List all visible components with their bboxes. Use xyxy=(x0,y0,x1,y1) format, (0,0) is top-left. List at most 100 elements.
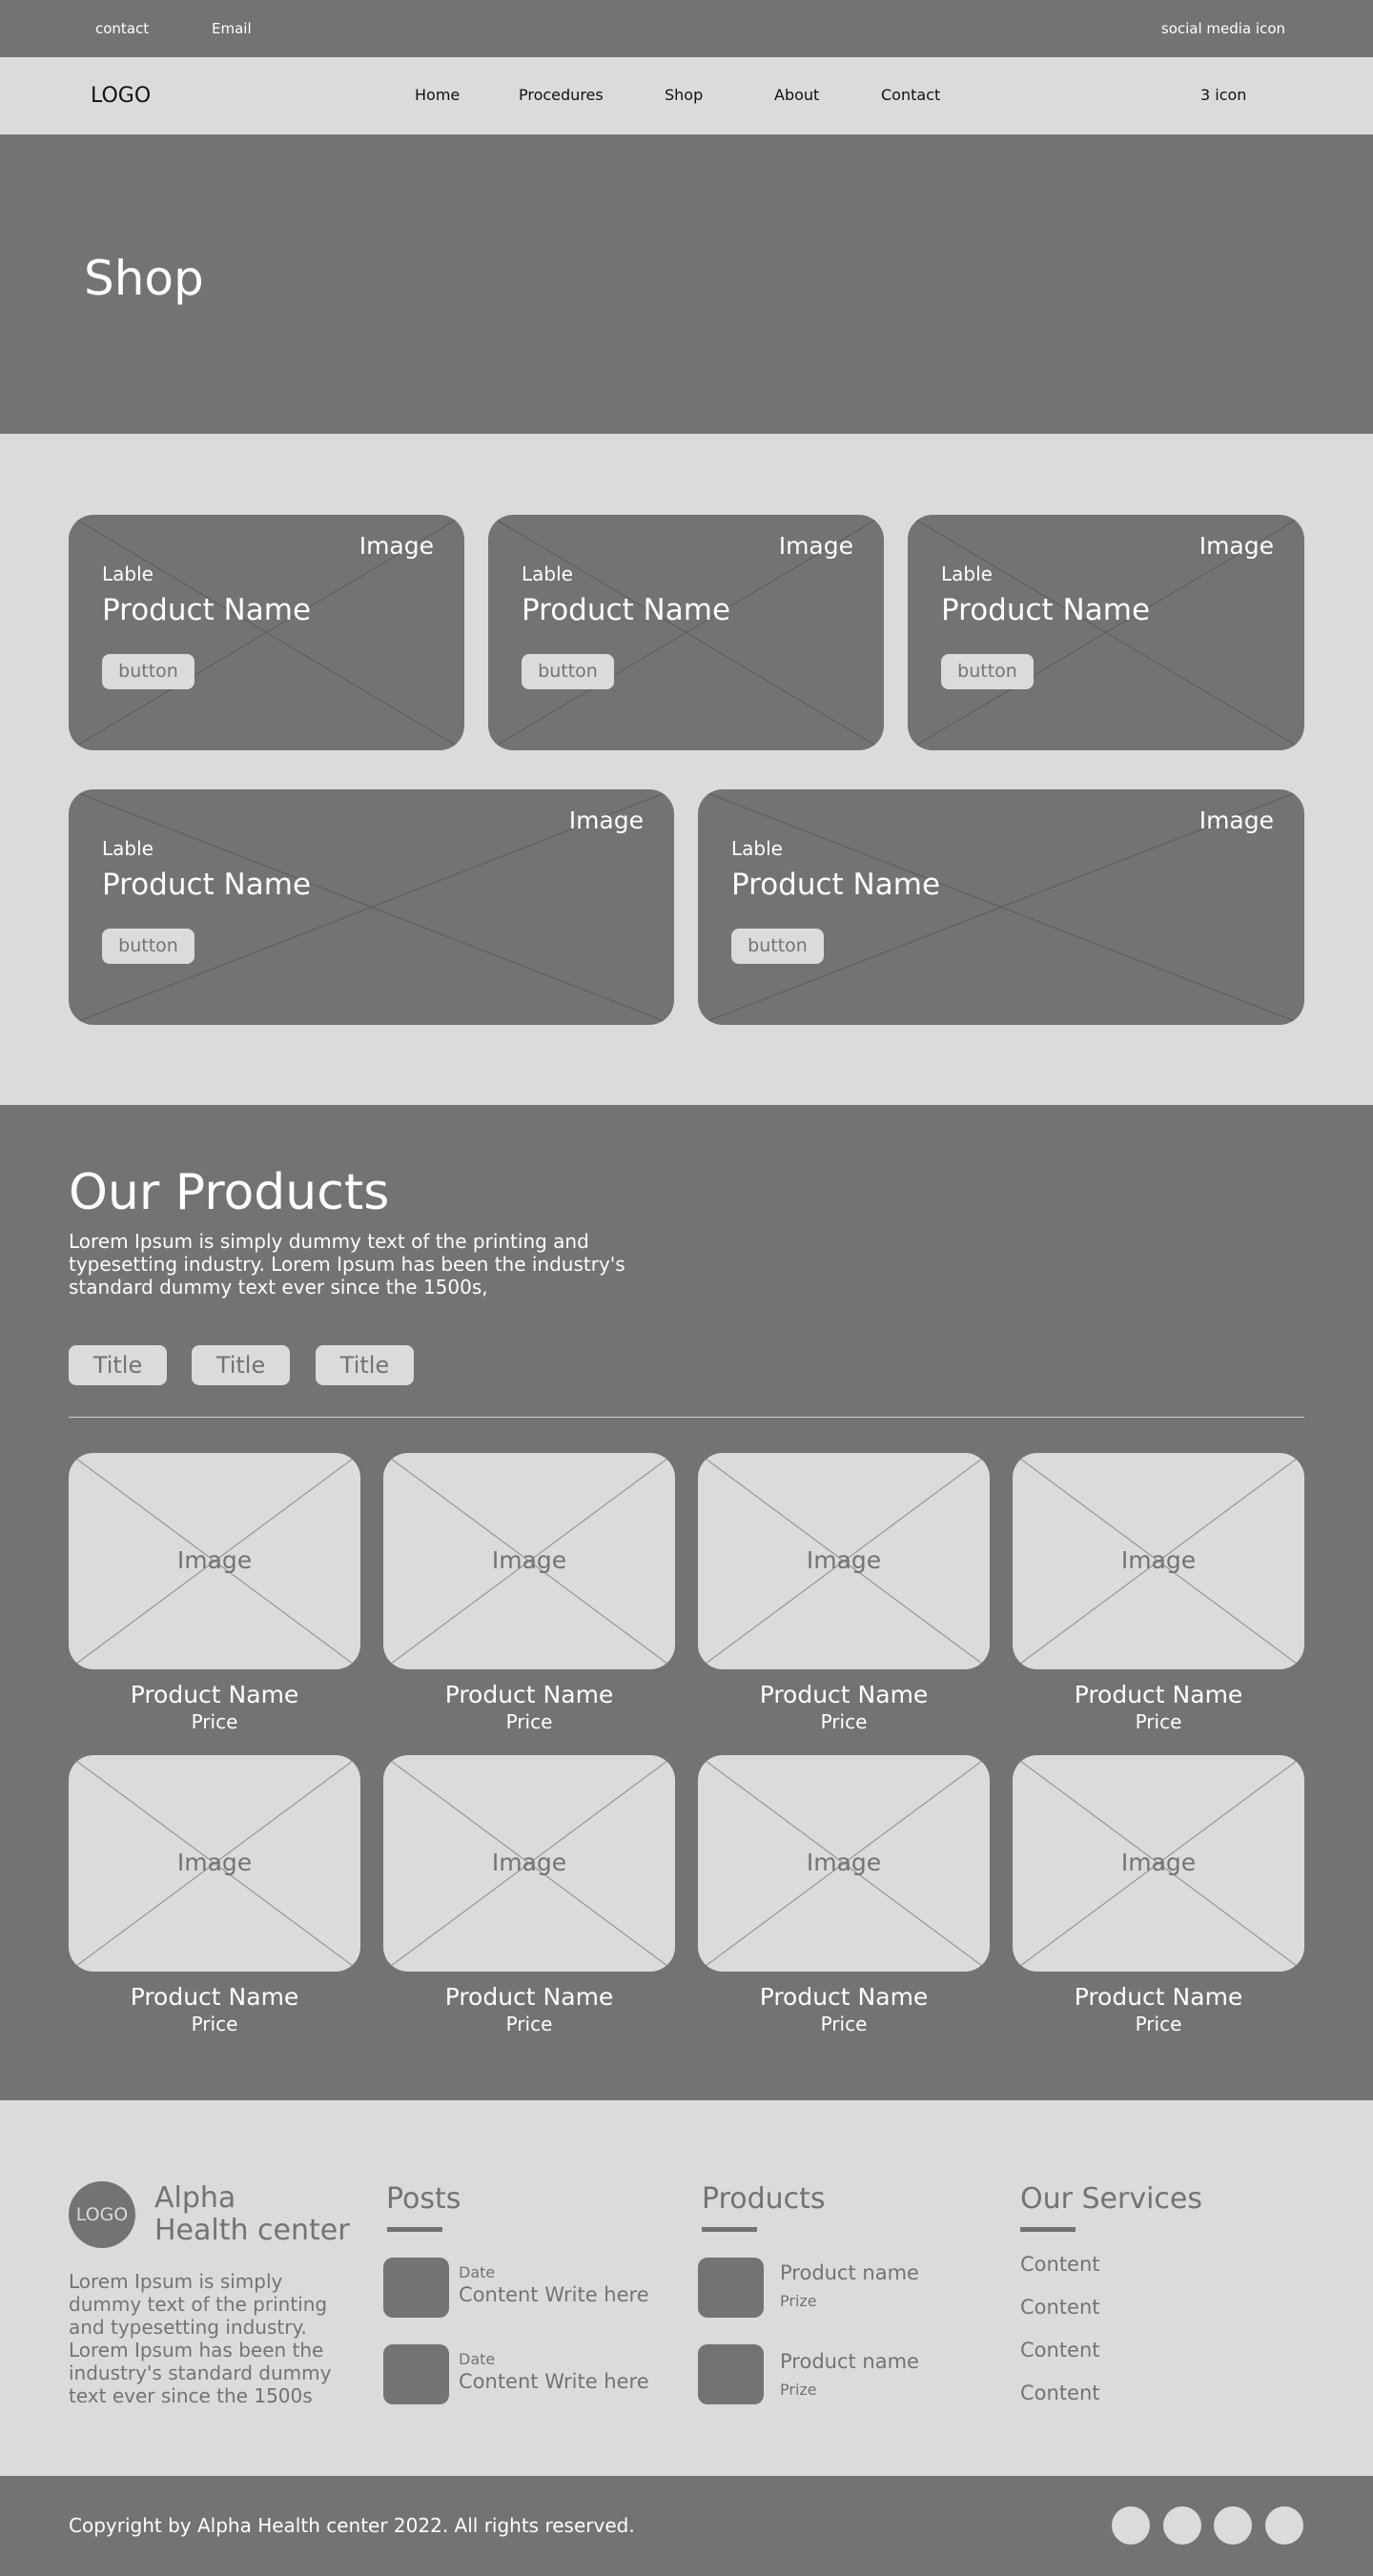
feature-card[interactable]: Image Lable Product Name button xyxy=(69,789,674,1025)
feature-card-label: Lable xyxy=(941,562,993,585)
service-link[interactable]: Content xyxy=(1020,2382,1100,2404)
post-content-link[interactable]: Content Write here xyxy=(459,2370,649,2393)
footer-product-name[interactable]: Product name xyxy=(780,2350,919,2373)
social-icon[interactable] xyxy=(1214,2506,1252,2545)
product-name[interactable]: Product Name xyxy=(383,1681,675,1708)
feature-card[interactable]: Image Lable Product Name button xyxy=(488,515,884,750)
product-image-label: Image xyxy=(806,1546,882,1574)
feature-card-button[interactable]: button xyxy=(731,929,824,964)
product-image[interactable]: Image xyxy=(698,1755,990,1972)
product-price: Price xyxy=(505,1710,553,1733)
feature-card[interactable]: Image Lable Product Name button xyxy=(698,789,1304,1025)
social-icon[interactable] xyxy=(1265,2506,1303,2545)
post-date: Date xyxy=(459,2350,496,2368)
footer-product-prize: Prize xyxy=(780,2381,817,2399)
service-link[interactable]: Content xyxy=(1020,2296,1100,2319)
product-name[interactable]: Product Name xyxy=(1013,1681,1304,1708)
footer-brand-name: Alpha Health center xyxy=(154,2182,364,2247)
footer-brand-line: Health center xyxy=(154,2214,350,2247)
nav-item-shop[interactable]: Shop xyxy=(665,86,703,104)
product-name[interactable]: Product Name xyxy=(698,1983,990,2011)
feature-card[interactable]: Image Lable Product Name button xyxy=(69,515,464,750)
product-image-label: Image xyxy=(176,1546,253,1574)
filter-tab[interactable]: Title xyxy=(69,1345,167,1385)
footer-about-text: Lorem Ipsum is simply dummy text of the … xyxy=(69,2270,332,2407)
product-image[interactable]: Image xyxy=(1013,1453,1304,1669)
footer-product-prize: Prize xyxy=(780,2292,817,2310)
product-name[interactable]: Product Name xyxy=(1013,1983,1304,2011)
feature-card-label: Lable xyxy=(522,562,573,585)
nav-item-contact[interactable]: Contact xyxy=(881,86,940,104)
social-icon[interactable] xyxy=(1163,2506,1201,2545)
product-thumbnail[interactable] xyxy=(698,2344,764,2404)
featured-products: Image Lable Product Name button Image La… xyxy=(0,434,1373,1105)
feature-card-image-label: Image xyxy=(359,532,434,560)
feature-card-label: Lable xyxy=(731,837,783,860)
post-date: Date xyxy=(459,2263,496,2281)
topbar-social-icons[interactable]: social media icon xyxy=(1161,20,1285,37)
footer: LOGO Alpha Health center Lorem Ipsum is … xyxy=(0,2100,1373,2476)
feature-card-label: Lable xyxy=(102,837,154,860)
product-image-label: Image xyxy=(491,1849,567,1876)
section-description: Lorem Ipsum is simply dummy text of the … xyxy=(69,1230,625,1298)
nav-item-about[interactable]: About xyxy=(774,86,819,104)
topbar-contact-link[interactable]: contact xyxy=(95,20,149,37)
footer-logo[interactable]: LOGO xyxy=(69,2181,135,2248)
product-image[interactable]: Image xyxy=(383,1453,675,1669)
top-bar: contact Email social media icon xyxy=(0,0,1373,57)
product-card[interactable]: Image Product Name Price xyxy=(383,1453,675,1733)
post-thumbnail[interactable] xyxy=(383,2344,449,2404)
section-divider xyxy=(69,1417,1304,1418)
feature-card-title: Product Name xyxy=(731,868,941,902)
product-image[interactable]: Image xyxy=(69,1453,360,1669)
topbar-email-link[interactable]: Email xyxy=(212,20,252,37)
product-name[interactable]: Product Name xyxy=(69,1681,360,1708)
nav-logo[interactable]: LOGO xyxy=(91,84,151,108)
product-image-label: Image xyxy=(1120,1849,1197,1876)
nav-item-procedures[interactable]: Procedures xyxy=(519,86,604,104)
feature-card-button[interactable]: button xyxy=(102,654,195,689)
product-name[interactable]: Product Name xyxy=(698,1681,990,1708)
product-name[interactable]: Product Name xyxy=(383,1983,675,2011)
product-card[interactable]: Image Product Name Price xyxy=(1013,1755,1304,2035)
feature-card-button[interactable]: button xyxy=(941,654,1034,689)
product-thumbnail[interactable] xyxy=(698,2258,764,2318)
feature-card-title: Product Name xyxy=(941,593,1151,627)
product-image[interactable]: Image xyxy=(698,1453,990,1669)
footer-services-heading: Our Services xyxy=(1020,2182,1203,2216)
feature-card[interactable]: Image Lable Product Name button xyxy=(908,515,1304,750)
post-content-link[interactable]: Content Write here xyxy=(459,2283,649,2306)
product-price: Price xyxy=(1135,1710,1182,1733)
product-image[interactable]: Image xyxy=(69,1755,360,1972)
feature-card-image-label: Image xyxy=(1199,807,1274,834)
footer-product-name[interactable]: Product name xyxy=(780,2261,919,2284)
product-card[interactable]: Image Product Name Price xyxy=(69,1453,360,1733)
product-card[interactable]: Image Product Name Price xyxy=(1013,1453,1304,1733)
service-link[interactable]: Content xyxy=(1020,2339,1100,2361)
feature-card-button[interactable]: button xyxy=(522,654,614,689)
feature-card-button[interactable]: button xyxy=(102,929,195,964)
product-card[interactable]: Image Product Name Price xyxy=(698,1755,990,2035)
product-name[interactable]: Product Name xyxy=(69,1983,360,2011)
post-thumbnail[interactable] xyxy=(383,2258,449,2318)
heading-underline xyxy=(1020,2227,1076,2232)
heading-underline xyxy=(387,2227,442,2232)
product-card[interactable]: Image Product Name Price xyxy=(383,1755,675,2035)
social-icon[interactable] xyxy=(1112,2506,1150,2545)
nav-item-home[interactable]: Home xyxy=(415,86,460,104)
filter-tab[interactable]: Title xyxy=(316,1345,414,1385)
footer-products-heading: Products xyxy=(702,2182,826,2216)
service-link[interactable]: Content xyxy=(1020,2253,1100,2276)
feature-card-title: Product Name xyxy=(102,593,312,627)
product-price: Price xyxy=(505,2013,553,2035)
product-price: Price xyxy=(191,2013,238,2035)
product-card[interactable]: Image Product Name Price xyxy=(698,1453,990,1733)
our-products-section: Our Products Lorem Ipsum is simply dummy… xyxy=(0,1105,1373,2100)
product-image[interactable]: Image xyxy=(1013,1755,1304,1972)
nav-icons[interactable]: 3 icon xyxy=(1200,86,1246,104)
page-title: Shop xyxy=(84,251,204,306)
feature-card-title: Product Name xyxy=(102,868,312,902)
filter-tab[interactable]: Title xyxy=(192,1345,290,1385)
product-image[interactable]: Image xyxy=(383,1755,675,1972)
product-card[interactable]: Image Product Name Price xyxy=(69,1755,360,2035)
